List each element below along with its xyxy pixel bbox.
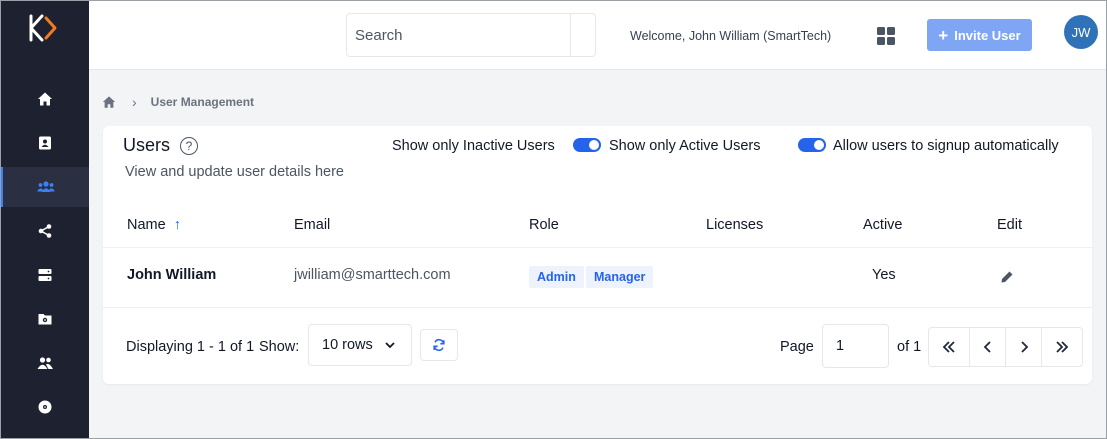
column-header-active: Active	[863, 217, 903, 233]
refresh-button[interactable]	[420, 329, 458, 361]
sidebar-item-disc[interactable]	[0, 387, 89, 427]
role-badge-admin: Admin	[529, 266, 584, 288]
table-cell-email: jwilliam@smarttech.com	[294, 267, 451, 283]
table-cell-active: Yes	[872, 267, 896, 283]
role-badge-manager: Manager	[586, 266, 654, 288]
invite-user-label: Invite User	[954, 27, 1021, 43]
show-label: Show:	[259, 339, 300, 355]
logo[interactable]	[28, 14, 62, 42]
help-icon[interactable]: ?	[180, 136, 199, 155]
column-header-edit: Edit	[997, 217, 1022, 233]
chevrons-left-icon	[942, 341, 955, 353]
last-page-button[interactable]	[1042, 328, 1082, 366]
column-header-role: Role	[529, 217, 559, 233]
rows-per-page-value: 10 rows	[322, 337, 373, 353]
sidebar-item-contacts[interactable]	[0, 123, 89, 163]
refresh-icon	[433, 338, 445, 352]
inactive-users-label: Show only Inactive Users	[392, 138, 555, 154]
column-header-licenses: Licenses	[706, 217, 764, 233]
sidebar	[0, 0, 89, 439]
signup-label: Allow users to signup automatically	[833, 138, 1059, 154]
users-group-icon	[37, 181, 55, 192]
rows-per-page-select[interactable]: 10 rows	[308, 324, 412, 366]
users-panel: Users ? View and update user details her…	[103, 126, 1092, 384]
home-icon	[37, 92, 52, 106]
user-pair-icon	[37, 357, 53, 369]
chevron-down-icon	[385, 342, 395, 349]
sidebar-item-people[interactable]	[0, 343, 89, 383]
sidebar-item-home[interactable]	[0, 79, 89, 119]
share-icon	[38, 224, 51, 238]
chevron-right-icon	[1020, 341, 1028, 353]
chevrons-right-icon	[1056, 341, 1069, 353]
column-name-label: Name	[127, 217, 166, 233]
header-divider	[103, 247, 1092, 248]
column-header-name[interactable]: Name ↑	[127, 217, 181, 233]
page-subtitle: View and update user details here	[125, 164, 344, 180]
page-number-input[interactable]	[822, 324, 889, 368]
sort-ascending-icon[interactable]: ↑	[174, 217, 181, 233]
folder-settings-icon	[38, 314, 51, 325]
top-header: Welcome, John William (SmartTech) + Invi…	[89, 0, 1107, 70]
sidebar-item-share[interactable]	[0, 211, 89, 251]
sidebar-item-folder-settings[interactable]	[0, 299, 89, 339]
first-page-button[interactable]	[929, 328, 970, 366]
pagination-controls	[928, 327, 1083, 367]
contact-card-icon	[38, 136, 51, 150]
invite-user-button[interactable]: + Invite User	[927, 19, 1032, 51]
sidebar-item-users[interactable]	[0, 167, 89, 207]
breadcrumb-current: User Management	[150, 95, 255, 109]
page-title: Users ?	[123, 135, 199, 156]
pencil-icon[interactable]	[1000, 270, 1014, 284]
previous-page-button[interactable]	[970, 328, 1006, 366]
signup-toggle[interactable]	[798, 138, 826, 152]
page-title-text: Users	[123, 135, 171, 155]
apps-grid-icon[interactable]	[877, 27, 895, 45]
search-input[interactable]	[347, 14, 571, 56]
active-users-label: Show only Active Users	[609, 138, 761, 154]
page-label: Page	[780, 339, 814, 355]
plus-icon: +	[938, 25, 949, 45]
search-box[interactable]	[346, 13, 596, 57]
column-header-email: Email	[294, 217, 331, 233]
chevron-right-icon: ›	[132, 94, 137, 110]
next-page-button[interactable]	[1006, 328, 1042, 366]
active-users-toggle[interactable]	[573, 138, 601, 152]
avatar[interactable]: JW	[1064, 15, 1098, 49]
disc-icon	[38, 400, 51, 414]
row-divider	[103, 307, 1092, 308]
home-icon[interactable]	[102, 95, 116, 109]
breadcrumb: › User Management	[102, 94, 254, 110]
table-cell-name: John William	[127, 267, 217, 283]
page-total: of 1	[897, 339, 922, 355]
server-icon	[38, 269, 51, 281]
sidebar-item-servers[interactable]	[0, 255, 89, 295]
search-divider	[570, 14, 571, 56]
welcome-text: Welcome, John William (SmartTech)	[630, 29, 832, 43]
displaying-text: Displaying 1 - 1 of 1	[126, 339, 255, 355]
chevron-left-icon	[983, 341, 991, 353]
